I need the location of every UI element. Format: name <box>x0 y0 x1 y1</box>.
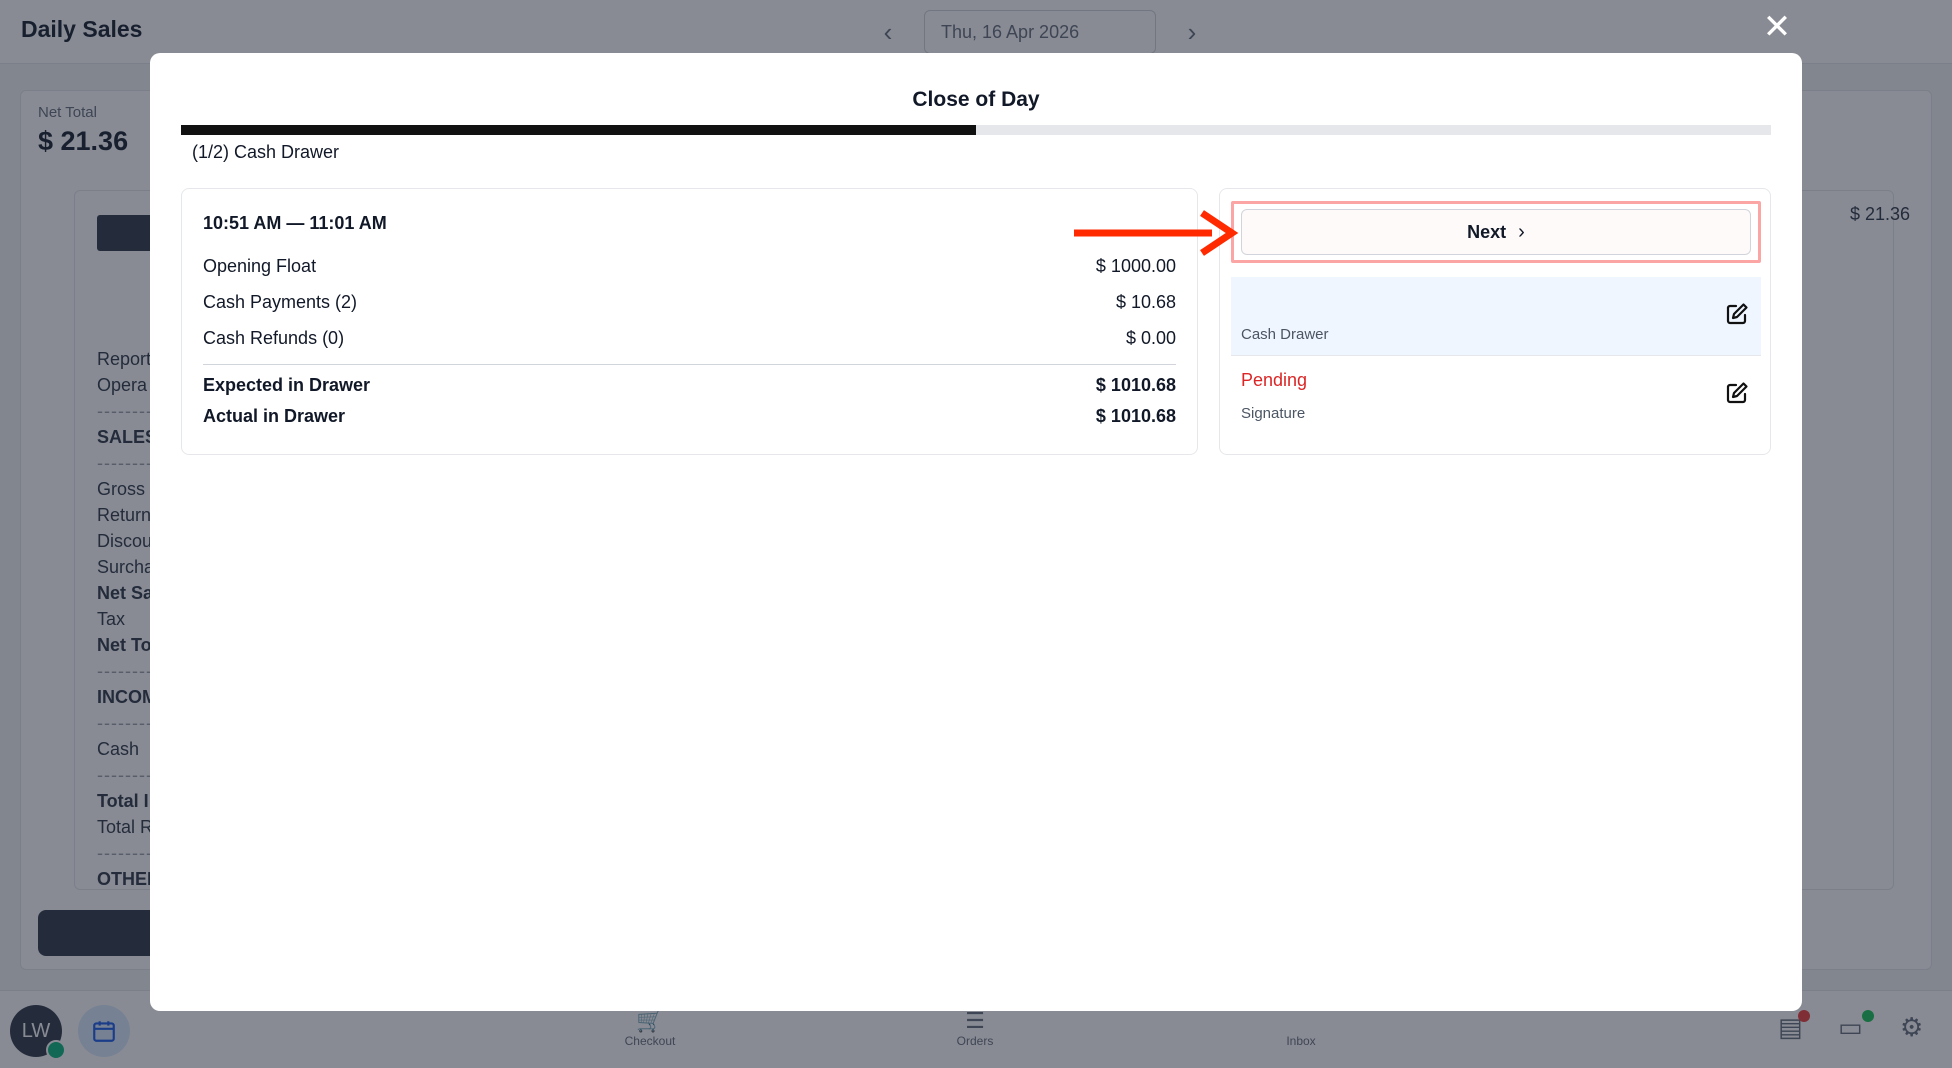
step-label: (1/2) Cash Drawer <box>192 142 340 162</box>
row-label: Actual in Drawer <box>203 406 346 426</box>
summary-row: Cash Payments (2) $ 10.68 <box>203 292 1176 313</box>
total-row: Actual in Drawer $ 1010.68 <box>203 406 1176 427</box>
cash-drawer-card: 10:51 AM — 11:01 AM Opening Float $ 1000… <box>181 188 1198 455</box>
edit-icon[interactable] <box>1725 302 1749 326</box>
next-button[interactable]: Next › <box>1241 209 1751 255</box>
close-icon[interactable]: ✕ <box>1762 8 1792 46</box>
summary-row: Opening Float $ 1000.00 <box>203 256 1176 277</box>
annotation-arrow-icon <box>1074 210 1239 256</box>
row-value: $ 1010.68 <box>1095 406 1176 426</box>
next-label: Next <box>1467 221 1507 242</box>
summary-row: Cash Refunds (0) $ 0.00 <box>203 328 1176 349</box>
total-row: Expected in Drawer $ 1010.68 <box>203 375 1176 396</box>
row-label: Expected in Drawer <box>203 375 371 395</box>
edit-icon[interactable] <box>1725 381 1749 405</box>
step-cash-drawer[interactable]: Cash Drawer <box>1231 277 1761 355</box>
step-signature[interactable]: Pending Signature <box>1231 356 1761 434</box>
row-value: $ 0.00 <box>1125 328 1176 348</box>
progress-fill <box>181 125 976 135</box>
progress-bar <box>181 125 1771 135</box>
row-value: $ 10.68 <box>1115 292 1176 312</box>
row-value: $ 1000.00 <box>1095 256 1176 276</box>
row-label: Cash Payments (2) <box>203 292 358 312</box>
time-range: 10:51 AM — 11:01 AM <box>203 213 387 233</box>
chevron-right-icon: › <box>1518 220 1525 243</box>
step-name: Cash Drawer <box>1241 326 1329 343</box>
close-of-day-modal: Close of Day (1/2) Cash Drawer 10:51 AM … <box>150 53 1802 1011</box>
divider <box>203 364 1176 365</box>
step-status: Pending <box>1241 370 1308 390</box>
modal-title: Close of Day <box>912 88 1040 111</box>
row-label: Opening Float <box>203 256 317 276</box>
row-label: Cash Refunds (0) <box>203 328 345 348</box>
steps-card: Next › Cash Drawer Pending Signature <box>1219 188 1771 455</box>
step-name: Signature <box>1241 405 1306 422</box>
row-value: $ 1010.68 <box>1095 375 1176 395</box>
